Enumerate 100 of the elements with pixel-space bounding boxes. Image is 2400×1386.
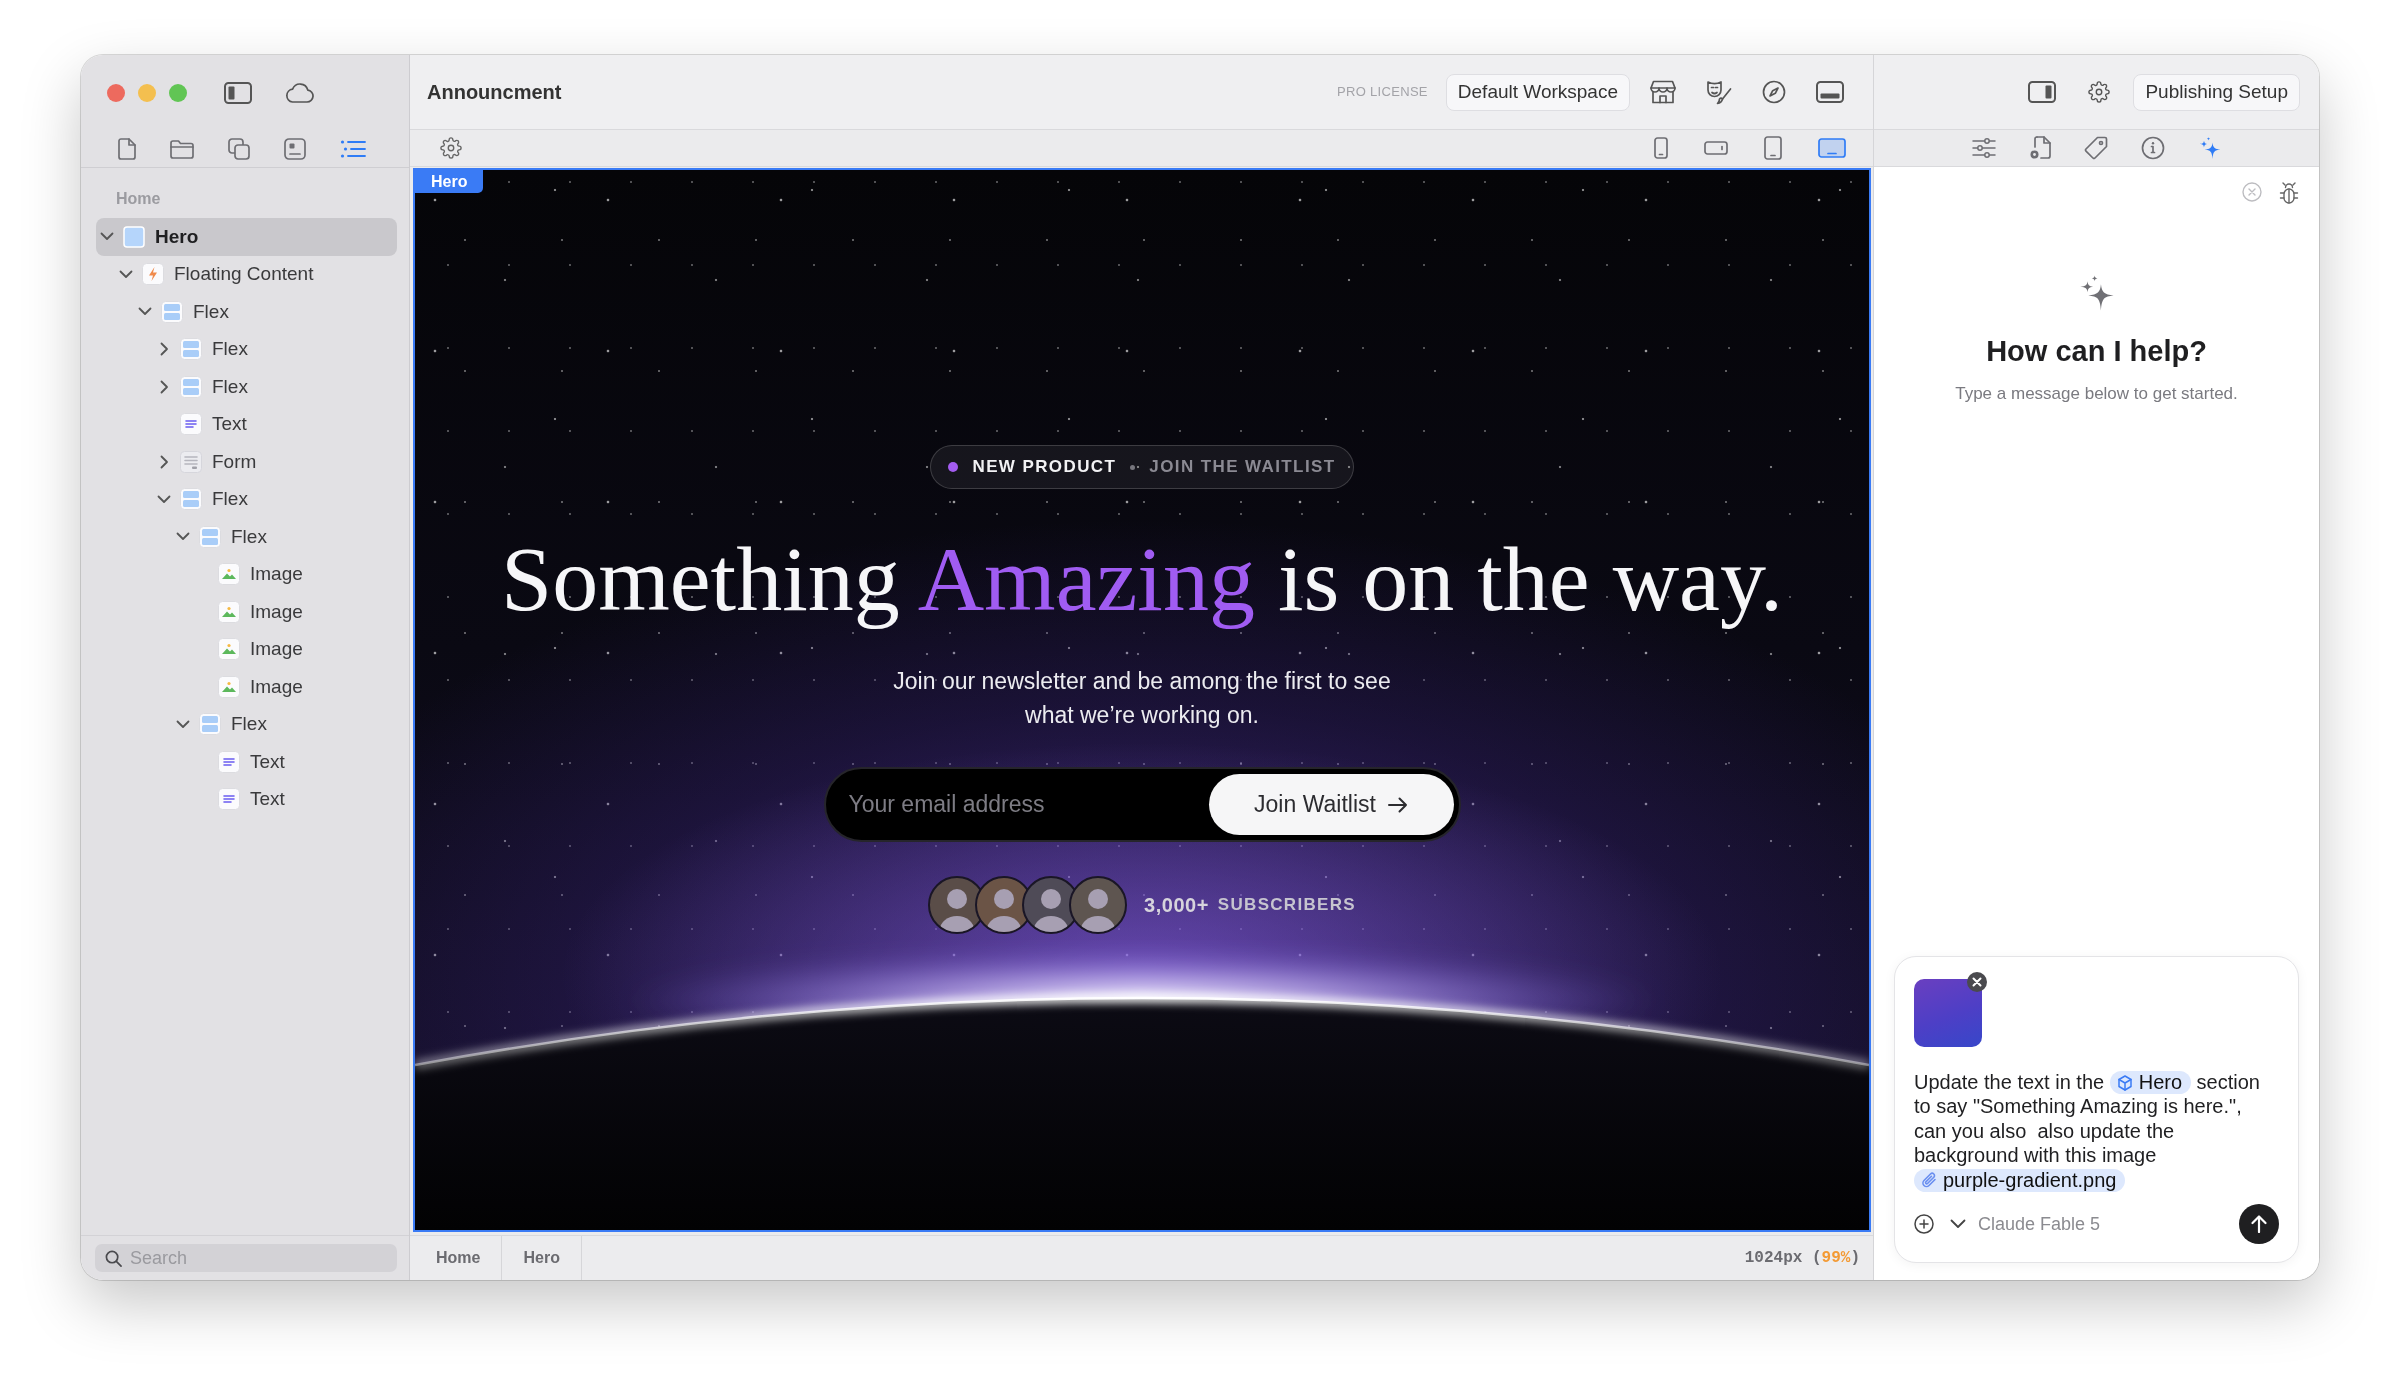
store-icon[interactable]: [1650, 80, 1676, 104]
layer-item[interactable]: Floating Content: [96, 255, 397, 293]
panel-left-icon[interactable]: [224, 81, 252, 104]
rows-layout-icon: [180, 375, 202, 398]
image-icon: [218, 638, 240, 661]
image-icon: [218, 563, 240, 586]
layer-item[interactable]: Hero: [96, 218, 397, 256]
search-icon: [105, 1249, 122, 1267]
workspace-button[interactable]: Default Workspace: [1445, 73, 1630, 111]
tablet-icon[interactable]: [1764, 136, 1782, 160]
assistant-title: How can I help?: [1986, 334, 2207, 369]
lightning-icon: [142, 263, 164, 286]
signup-form[interactable]: Your email address Join Waitlist: [823, 767, 1461, 842]
panel-right-icon[interactable]: [2028, 81, 2057, 103]
panel-bottom-icon[interactable]: [1816, 81, 1844, 103]
section-mention-link[interactable]: Hero: [2109, 1070, 2192, 1094]
chevron-down-icon: [1950, 1219, 1966, 1229]
separator-dot-icon: [1130, 464, 1136, 470]
layer-item[interactable]: Flex: [96, 480, 397, 518]
paperclip-icon: [1921, 1170, 1937, 1189]
tag-icon[interactable]: [2083, 136, 2108, 160]
info-icon[interactable]: [2140, 136, 2165, 160]
list-icon[interactable]: [340, 139, 366, 158]
announcement-label: NEW PRODUCT: [972, 456, 1117, 479]
card-icon[interactable]: [284, 137, 306, 160]
close-icon[interactable]: [1967, 971, 1987, 992]
folder-icon[interactable]: [170, 138, 194, 159]
breadcrumb-item[interactable]: Home: [415, 1236, 503, 1280]
file-attachment-link[interactable]: purple-gradient.png: [1914, 1168, 2126, 1192]
chevron-down-icon[interactable]: [176, 532, 190, 542]
chevron-right-icon[interactable]: [159, 454, 169, 469]
chevron-right-icon[interactable]: [159, 342, 169, 357]
settings-icon[interactable]: [440, 137, 462, 159]
chevron-down-icon[interactable]: [138, 307, 152, 317]
image-icon: [218, 600, 240, 623]
email-field[interactable]: Your email address: [830, 774, 1209, 835]
bug-icon[interactable]: [2279, 182, 2299, 206]
user-avatar-icon: [1069, 876, 1128, 934]
cube-icon: [2116, 1074, 2133, 1091]
chevron-down-icon[interactable]: [157, 494, 171, 504]
viewport-readout: 1024px (99%): [1744, 1248, 1860, 1269]
hero-heading: Something Amazing is on the way.: [501, 527, 1783, 632]
hero-subtitle: Join our newsletter and be among the first to see what we’re working on.: [892, 667, 1392, 730]
chevron-down-icon[interactable]: [119, 269, 133, 279]
layer-item[interactable]: Text: [96, 405, 397, 443]
add-icon[interactable]: [1914, 1214, 1934, 1234]
layer-item[interactable]: Flex: [96, 330, 397, 368]
breadcrumb-item[interactable]: Hero: [502, 1236, 582, 1280]
layer-item[interactable]: Flex: [96, 368, 397, 406]
selection-label[interactable]: Hero: [415, 170, 484, 193]
rows-layout-icon: [199, 525, 221, 548]
text-lines-icon: [218, 788, 240, 811]
rows-layout-icon: [161, 300, 183, 323]
assistant-hint: Type a message below to get started.: [1955, 384, 2238, 404]
subscriber-count: 3,000+: [1144, 893, 1209, 918]
message-text: Update the text in the Hero section to say "Something Amazing is here.", can you also also update the background with this image purple-gradient.png: [1914, 1069, 2261, 1192]
text-lines-icon: [218, 750, 240, 773]
chevron-down-icon[interactable]: [100, 232, 114, 242]
layout-block-icon: [123, 225, 145, 248]
layer-item[interactable]: Image: [96, 630, 397, 668]
layer-item[interactable]: Text: [96, 743, 397, 781]
gradient-thumbnail: [1914, 978, 1982, 1047]
cloud-icon[interactable]: [284, 82, 314, 103]
publishing-setup-button[interactable]: Publishing Setup: [2133, 73, 2300, 111]
chevron-down-icon[interactable]: [176, 719, 190, 729]
layer-item[interactable]: Image: [96, 668, 397, 706]
join-waitlist-button[interactable]: Join Waitlist: [1208, 774, 1454, 835]
mask-brush-icon[interactable]: [1706, 79, 1732, 105]
page-title: Home: [115, 189, 162, 209]
send-button[interactable]: [2239, 1204, 2279, 1244]
page-icon[interactable]: [118, 137, 136, 160]
layer-item[interactable]: Image: [96, 593, 397, 631]
sliders-icon[interactable]: [1971, 138, 1996, 158]
form-icon: [180, 450, 202, 473]
compass-icon[interactable]: [1762, 80, 1786, 104]
layer-item[interactable]: Flex: [96, 705, 397, 743]
phone-icon[interactable]: [1654, 137, 1668, 159]
layer-item[interactable]: Flex: [96, 518, 397, 556]
settings-icon[interactable]: [2088, 81, 2111, 103]
arrow-right-icon: [1387, 796, 1408, 813]
arrow-up-icon: [2251, 1215, 2267, 1233]
status-dot-icon: [948, 462, 959, 472]
rows-layout-icon: [180, 488, 202, 511]
rows-layout-icon: [199, 713, 221, 736]
waitlist-label: JOIN THE WAITLIST: [1149, 456, 1336, 479]
chevron-right-icon[interactable]: [159, 379, 169, 394]
phone-landscape-icon[interactable]: [1704, 141, 1728, 155]
license-label: PRO LICENSE: [1337, 83, 1428, 102]
document-gear-icon[interactable]: [2028, 136, 2051, 160]
rows-layout-icon: [180, 338, 202, 361]
layer-item[interactable]: Flex: [96, 293, 397, 331]
text-lines-icon: [180, 413, 202, 436]
layer-item[interactable]: Text: [96, 780, 397, 818]
document-title: Announcment: [427, 80, 562, 105]
subscriber-label: SUBSCRIBERS: [1217, 894, 1356, 917]
monitor-icon[interactable]: [1818, 138, 1846, 158]
layer-item[interactable]: Image: [96, 555, 397, 593]
image-icon: [218, 675, 240, 698]
layer-item[interactable]: Form: [96, 443, 397, 481]
copies-icon[interactable]: [228, 137, 250, 160]
